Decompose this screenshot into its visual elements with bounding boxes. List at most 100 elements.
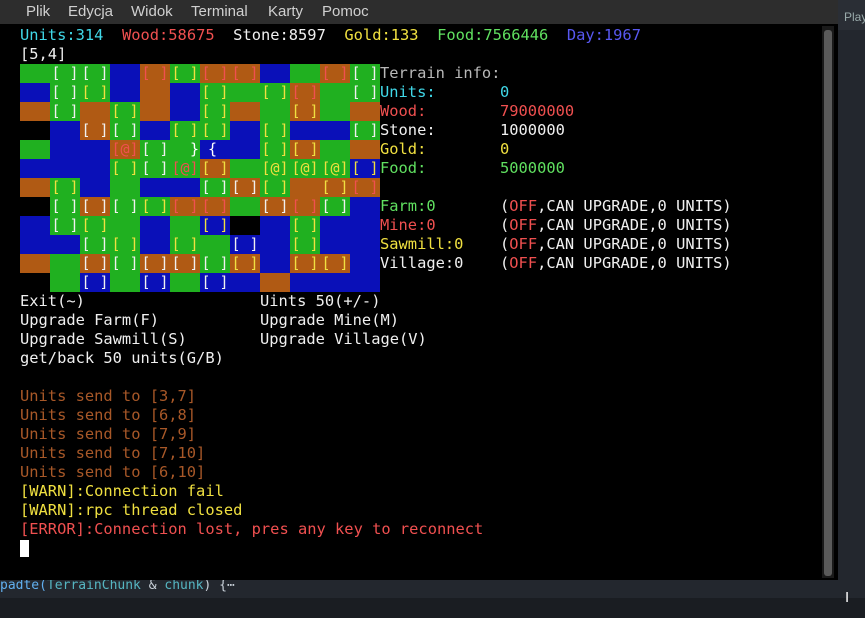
map-building-marker: [ ] [171, 254, 199, 272]
map-tile[interactable] [320, 273, 350, 292]
terrain-value: 0 [500, 83, 510, 101]
map-tile[interactable] [350, 273, 380, 292]
map-tile[interactable] [290, 273, 320, 292]
map-tile[interactable] [230, 140, 260, 159]
map-tile[interactable] [260, 235, 290, 254]
terminal-scrollbar-thumb[interactable] [824, 30, 832, 576]
map-tile[interactable] [230, 216, 260, 235]
map-tile[interactable] [50, 121, 80, 140]
map-tile[interactable] [20, 178, 50, 197]
map-tile[interactable] [20, 159, 50, 178]
map-building-marker: [ ] [141, 159, 169, 177]
map-building-marker: [ ] [321, 178, 349, 196]
map-tile[interactable] [170, 178, 200, 197]
map-tile[interactable] [50, 235, 80, 254]
map-tile[interactable] [350, 235, 380, 254]
map-building-marker: [ ] [171, 64, 199, 82]
map-tile[interactable] [110, 178, 140, 197]
map-tile[interactable] [20, 102, 50, 121]
map-tile[interactable] [20, 197, 50, 216]
status-open: ( [500, 197, 510, 215]
map-tile[interactable] [80, 102, 110, 121]
menu-karty[interactable]: Karty [268, 3, 303, 20]
map-tile[interactable] [170, 83, 200, 102]
map-tile[interactable] [320, 216, 350, 235]
map-tile[interactable] [20, 216, 50, 235]
menu-plik[interactable]: Plik [26, 3, 50, 20]
map-tile[interactable] [20, 121, 50, 140]
map-tile[interactable] [140, 235, 170, 254]
map-tile[interactable] [260, 273, 290, 292]
map-tile[interactable] [230, 273, 260, 292]
map-tile[interactable] [50, 273, 80, 292]
map-building-marker: [ ] [111, 102, 139, 120]
map-tile[interactable] [230, 83, 260, 102]
map-tile[interactable] [350, 254, 380, 273]
map-tile[interactable] [20, 64, 50, 83]
map-tile[interactable] [50, 140, 80, 159]
map-building-marker: [ ] [111, 254, 139, 272]
map-tile[interactable] [350, 197, 380, 216]
map-tile[interactable] [50, 254, 80, 273]
map-tile[interactable] [320, 235, 350, 254]
map-tile[interactable] [350, 102, 380, 121]
terminal-window[interactable]: Plik Edycja Widok Terminal Karty Pomoc Units:… [0, 0, 838, 580]
map-tile[interactable] [80, 178, 110, 197]
status-rest: ,CAN UPGRADE,0 UNITS) [537, 197, 732, 215]
map-building-marker: [ ] [81, 254, 109, 272]
terrain-map[interactable]: [ ][ ][ ][ ][ ][ ][ ][ ][ ][ ][ ][ ][ ][… [20, 64, 380, 292]
map-tile[interactable] [20, 140, 50, 159]
map-tile[interactable] [80, 159, 110, 178]
map-tile[interactable] [140, 178, 170, 197]
map-tile[interactable] [260, 102, 290, 121]
map-tile[interactable] [290, 178, 320, 197]
map-tile[interactable] [170, 273, 200, 292]
map-tile[interactable] [50, 159, 80, 178]
map-tile[interactable] [170, 102, 200, 121]
building-status: (OFF,CAN UPGRADE,0 UNITS) [500, 235, 732, 254]
command-right: Upgrade Village(V) [260, 330, 427, 348]
map-tile[interactable] [80, 140, 110, 159]
map-tile[interactable] [20, 254, 50, 273]
map-tile[interactable] [290, 121, 320, 140]
map-tile[interactable] [20, 273, 50, 292]
map-tile[interactable] [350, 216, 380, 235]
map-tile[interactable] [140, 121, 170, 140]
menu-pomoc[interactable]: Pomoc [322, 3, 369, 20]
terrain-value: 79000000 [500, 102, 575, 120]
map-tile[interactable] [20, 235, 50, 254]
menu-terminal[interactable]: Terminal [191, 3, 248, 20]
map-tile[interactable] [140, 216, 170, 235]
map-tile[interactable] [140, 102, 170, 121]
map-tile[interactable] [260, 254, 290, 273]
map-tile[interactable] [290, 64, 320, 83]
map-tile[interactable] [260, 64, 290, 83]
map-tile[interactable] [110, 216, 140, 235]
code-type: TerrainChunk [46, 578, 141, 593]
menu-edycja[interactable]: Edycja [68, 3, 113, 20]
map-tile[interactable] [230, 197, 260, 216]
status-rest: ,CAN UPGRADE,0 UNITS) [537, 216, 732, 234]
map-tile[interactable] [200, 235, 230, 254]
map-tile[interactable] [170, 216, 200, 235]
map-tile[interactable] [230, 159, 260, 178]
menu-widok[interactable]: Widok [131, 3, 173, 20]
map-building-marker: [ ] [141, 140, 169, 158]
status-line: Units:314 Wood:58675 Stone:8597 Gold:133… [20, 26, 641, 45]
map-building-marker: [ ] [291, 102, 319, 120]
map-tile[interactable] [230, 121, 260, 140]
map-tile[interactable] [110, 64, 140, 83]
map-tile[interactable] [320, 140, 350, 159]
map-tile[interactable] [230, 102, 260, 121]
map-tile[interactable] [350, 140, 380, 159]
map-tile[interactable] [320, 102, 350, 121]
map-tile[interactable] [110, 83, 140, 102]
map-tile[interactable] [260, 216, 290, 235]
map-tile[interactable] [20, 83, 50, 102]
map-tile[interactable] [320, 121, 350, 140]
right-panel-tab[interactable]: Play [838, 0, 865, 30]
map-tile[interactable] [110, 273, 140, 292]
map-tile[interactable] [140, 83, 170, 102]
map-building-marker: [ ] [81, 121, 109, 139]
map-tile[interactable] [320, 83, 350, 102]
